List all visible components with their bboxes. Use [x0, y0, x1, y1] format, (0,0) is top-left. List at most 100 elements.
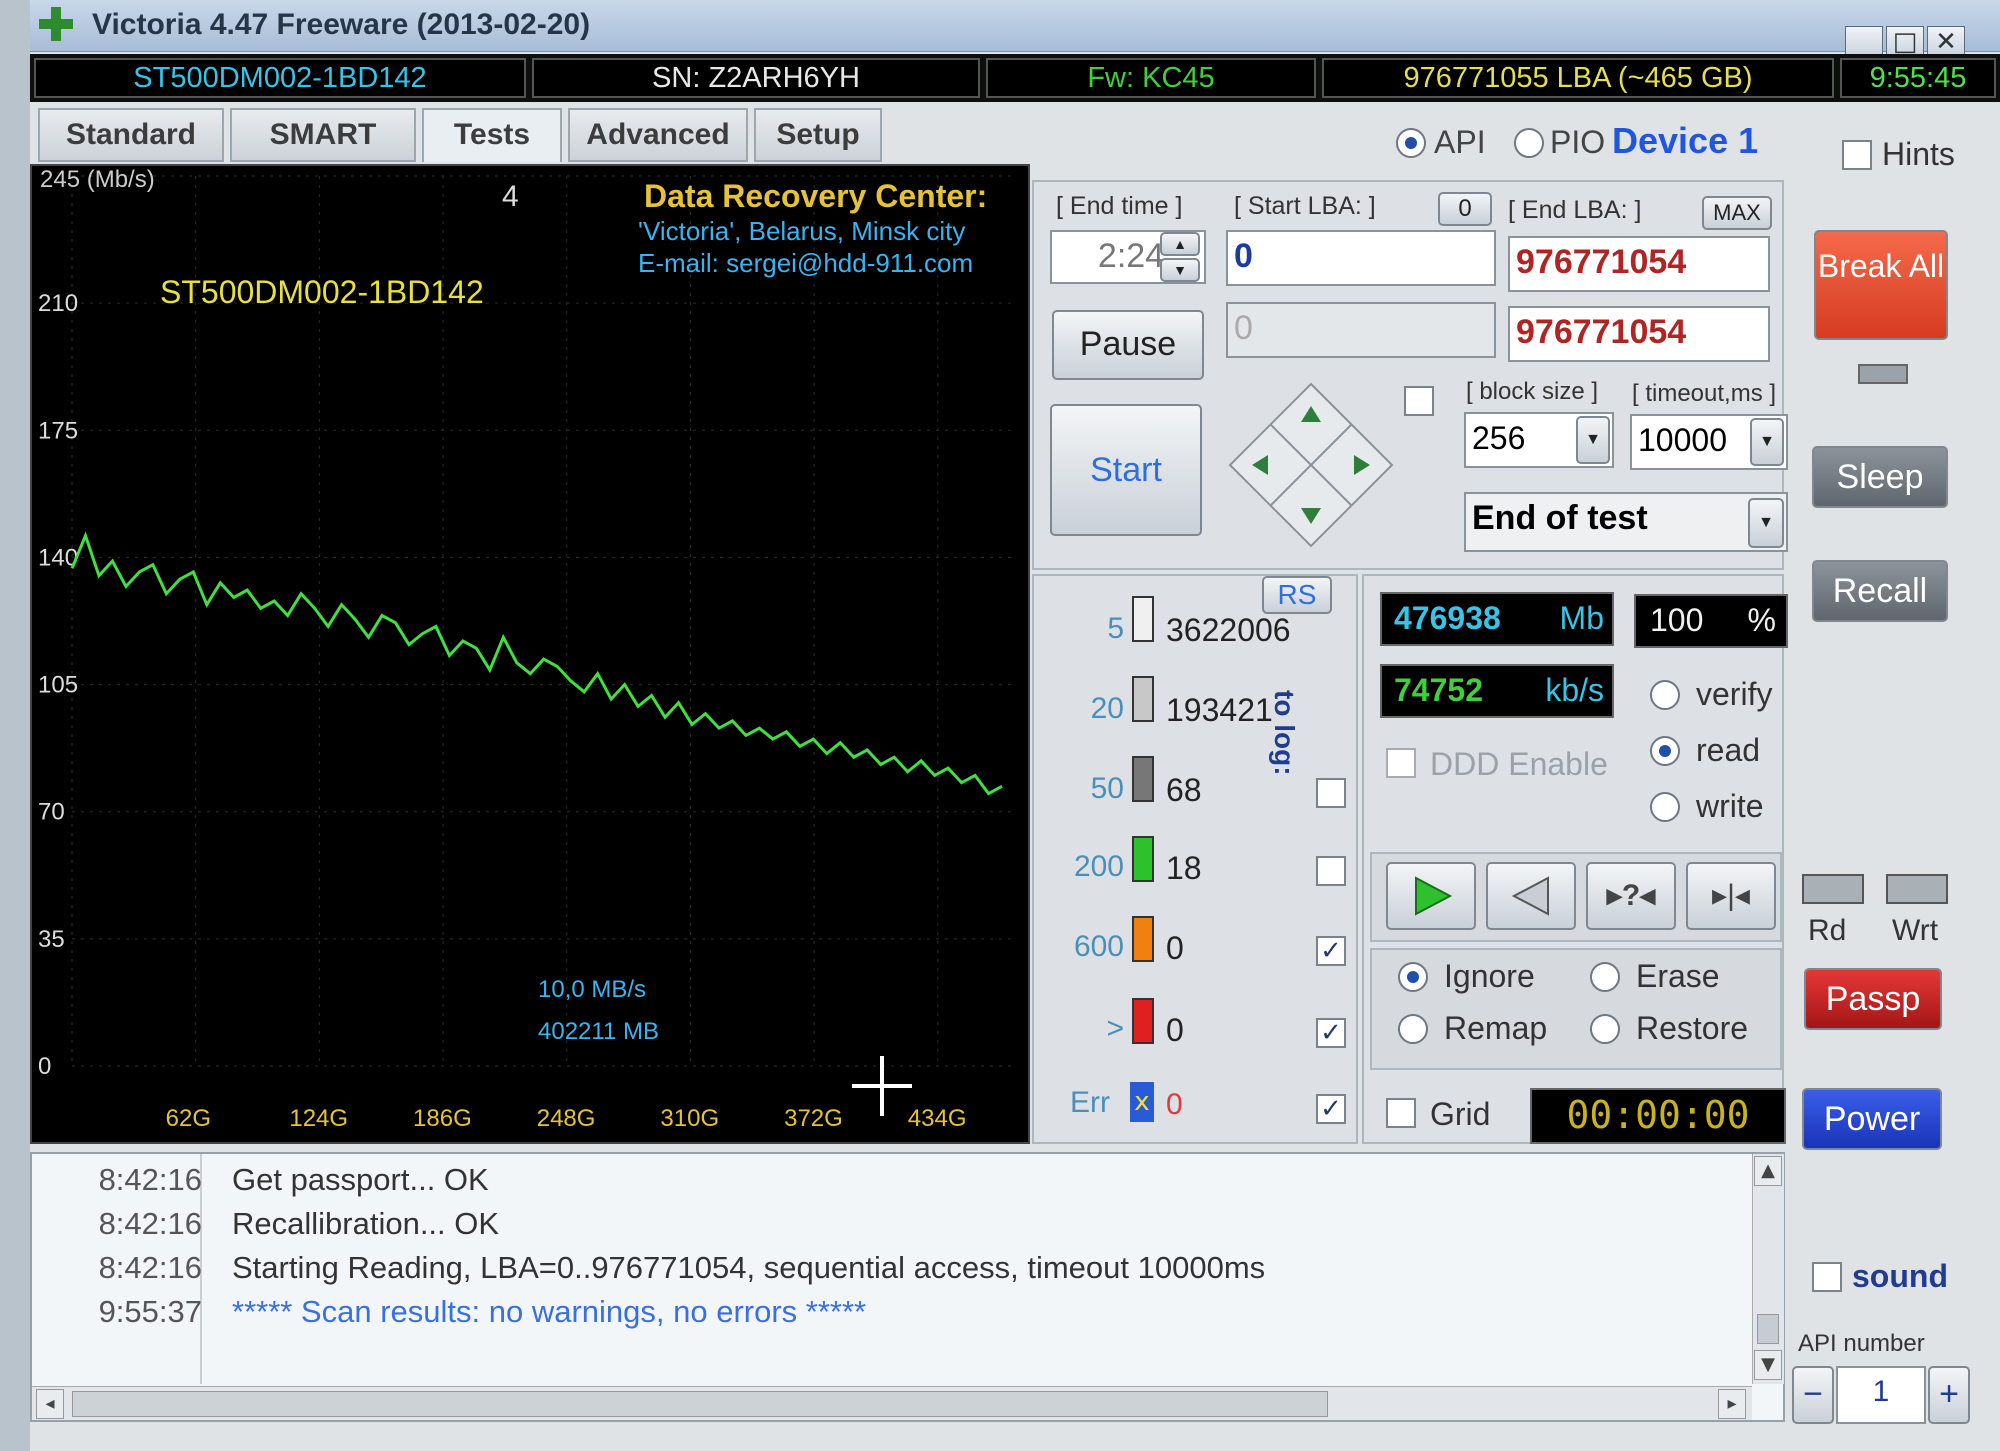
- grid-checkbox[interactable]: [1386, 1098, 1416, 1128]
- recall-button[interactable]: Recall: [1812, 560, 1948, 622]
- start-lba-current: 0: [1226, 302, 1496, 358]
- x-tick-label: 124G: [289, 1105, 348, 1132]
- block-size-label: [ block size ]: [1466, 378, 1599, 405]
- break-all-button[interactable]: Break All: [1814, 230, 1948, 340]
- start-button[interactable]: Start: [1050, 404, 1202, 536]
- read-radio[interactable]: [1650, 736, 1680, 766]
- api-radio[interactable]: [1396, 128, 1426, 158]
- read-label: read: [1696, 732, 1761, 768]
- log-200-checkbox[interactable]: [1316, 856, 1346, 886]
- log-600-checkbox[interactable]: ✓: [1316, 936, 1346, 966]
- speed-graph: 210 175 140 105 70 35 0 62G 124G 186G 248G 310G 372G…: [30, 164, 1030, 1144]
- block-size-dropdown-icon[interactable]: ▼: [1576, 416, 1610, 464]
- speed-readout: 10,0 MB/s: [538, 976, 647, 1003]
- grid-label: Grid: [1430, 1096, 1491, 1132]
- tab-smart[interactable]: SMART: [230, 108, 416, 162]
- ignore-radio[interactable]: [1398, 962, 1428, 992]
- start-lba-label: [ Start LBA: ]: [1234, 192, 1376, 220]
- start-lba-field[interactable]: 0: [1226, 230, 1496, 286]
- play-icon[interactable]: [1386, 862, 1476, 930]
- log-time: 9:55:37: [98, 1294, 202, 1329]
- sound-checkbox[interactable]: [1812, 1262, 1842, 1292]
- log-horizontal-scrollbar[interactable]: ◂ ▸: [32, 1386, 1752, 1420]
- ignore-label: Ignore: [1444, 958, 1535, 994]
- power-button[interactable]: Power: [1802, 1088, 1942, 1150]
- rd-indicator: [1802, 874, 1864, 904]
- drive-firmware: Fw: KC45: [986, 58, 1316, 98]
- end-time-up[interactable]: ▲: [1160, 232, 1200, 256]
- stat-swatch-200: [1132, 836, 1154, 882]
- err-swatch-icon: x: [1130, 1082, 1154, 1122]
- end-action-dropdown-icon[interactable]: ▼: [1748, 498, 1784, 548]
- stat-swatch-5: [1132, 596, 1154, 642]
- api-number-field[interactable]: 1: [1836, 1366, 1926, 1424]
- scroll-down-icon[interactable]: ▼: [1754, 1350, 1782, 1380]
- window-title: Victoria 4.47 Freeware (2013-02-20): [92, 8, 591, 41]
- log-time: 8:42:16: [98, 1162, 202, 1197]
- stat-label-5: 5: [1107, 612, 1124, 645]
- log-message: Starting Reading, LBA=0..976771054, sequ…: [232, 1250, 1266, 1285]
- device-link[interactable]: Device 1: [1612, 120, 1758, 162]
- app-window: Victoria 4.47 Freeware (2013-02-20) _ □ …: [30, 0, 2000, 1451]
- x-tick-label: 372G: [784, 1105, 843, 1132]
- log-row: 8:42:16 Recallibration... OK: [32, 1206, 1752, 1250]
- scroll-right-icon[interactable]: ▸: [1718, 1389, 1746, 1419]
- tab-standard[interactable]: Standard: [38, 108, 224, 162]
- log-50-checkbox[interactable]: [1316, 778, 1346, 808]
- stat-label-over: >: [1106, 1012, 1124, 1045]
- ddd-enable-label: DDD Enable: [1430, 746, 1608, 782]
- sound-label: sound: [1852, 1258, 1948, 1294]
- sleep-button[interactable]: Sleep: [1812, 446, 1948, 508]
- log-over-checkbox[interactable]: ✓: [1316, 1018, 1346, 1048]
- percent-display: 100 %: [1634, 594, 1788, 648]
- hints-label: Hints: [1882, 136, 1955, 172]
- event-log: 8:42:16 Get passport... OK 8:42:16 Recal…: [30, 1152, 1785, 1422]
- end-lba-field[interactable]: 976771054: [1508, 236, 1770, 292]
- skip-end-icon[interactable]: ▸|◂: [1686, 862, 1776, 930]
- log-err-checkbox[interactable]: ✓: [1316, 1094, 1346, 1124]
- tab-setup[interactable]: Setup: [754, 108, 882, 162]
- percent-value: 100: [1650, 602, 1704, 638]
- tab-advanced[interactable]: Advanced: [568, 108, 748, 162]
- direction-pad[interactable]: [1226, 380, 1396, 550]
- end-action-select[interactable]: End of test: [1464, 492, 1788, 552]
- end-lba-label: [ End LBA: ]: [1508, 196, 1642, 224]
- pio-radio[interactable]: [1514, 128, 1544, 158]
- ddd-enable-checkbox[interactable]: [1386, 748, 1416, 778]
- end-lba-max-button[interactable]: MAX: [1702, 196, 1772, 230]
- drive-capacity: 976771055 LBA (~465 GB): [1322, 58, 1834, 98]
- drive-serial: SN: Z2ARH6YH: [532, 58, 980, 98]
- restore-radio[interactable]: [1590, 1014, 1620, 1044]
- mb-unit: Mb: [1559, 600, 1604, 636]
- erase-radio[interactable]: [1590, 962, 1620, 992]
- api-number-increment[interactable]: +: [1928, 1366, 1970, 1424]
- scroll-thumb[interactable]: [1757, 1314, 1779, 1344]
- stat-label-200: 200: [1073, 850, 1124, 883]
- timeout-dropdown-icon[interactable]: ▼: [1750, 418, 1784, 466]
- remap-radio[interactable]: [1398, 1014, 1428, 1044]
- tab-bar: Standard SMART Tests Advanced Setup: [30, 104, 1030, 164]
- end-time-down[interactable]: ▼: [1160, 258, 1200, 282]
- scroll-left-icon[interactable]: ◂: [36, 1389, 64, 1419]
- x-tick-label: 62G: [166, 1105, 211, 1132]
- rs-button[interactable]: RS: [1262, 576, 1332, 614]
- start-lba-zero-button[interactable]: 0: [1438, 192, 1492, 226]
- tab-tests[interactable]: Tests: [422, 108, 562, 162]
- banner-city: 'Victoria', Belarus, Minsk city: [638, 216, 966, 246]
- scroll-up-icon[interactable]: ▲: [1754, 1156, 1782, 1186]
- verify-radio[interactable]: [1650, 680, 1680, 710]
- scroll-hthumb[interactable]: [72, 1391, 1328, 1417]
- log-vertical-scrollbar[interactable]: ▲ ▼: [1752, 1154, 1784, 1384]
- api-number-decrement[interactable]: −: [1792, 1366, 1834, 1424]
- write-radio[interactable]: [1650, 792, 1680, 822]
- pad-checkbox[interactable]: [1404, 386, 1434, 416]
- seek-unknown-icon[interactable]: ▸?◂: [1586, 862, 1676, 930]
- rewind-icon[interactable]: [1486, 862, 1576, 930]
- hints-checkbox[interactable]: [1842, 140, 1872, 170]
- speed-value: 74752: [1394, 672, 1483, 708]
- passp-button[interactable]: Passp: [1804, 968, 1942, 1030]
- speed-series-line: [70, 531, 1003, 796]
- pause-button[interactable]: Pause: [1052, 310, 1204, 380]
- pio-label: PIO: [1550, 124, 1606, 160]
- speed-display: 74752 kb/s: [1380, 664, 1614, 718]
